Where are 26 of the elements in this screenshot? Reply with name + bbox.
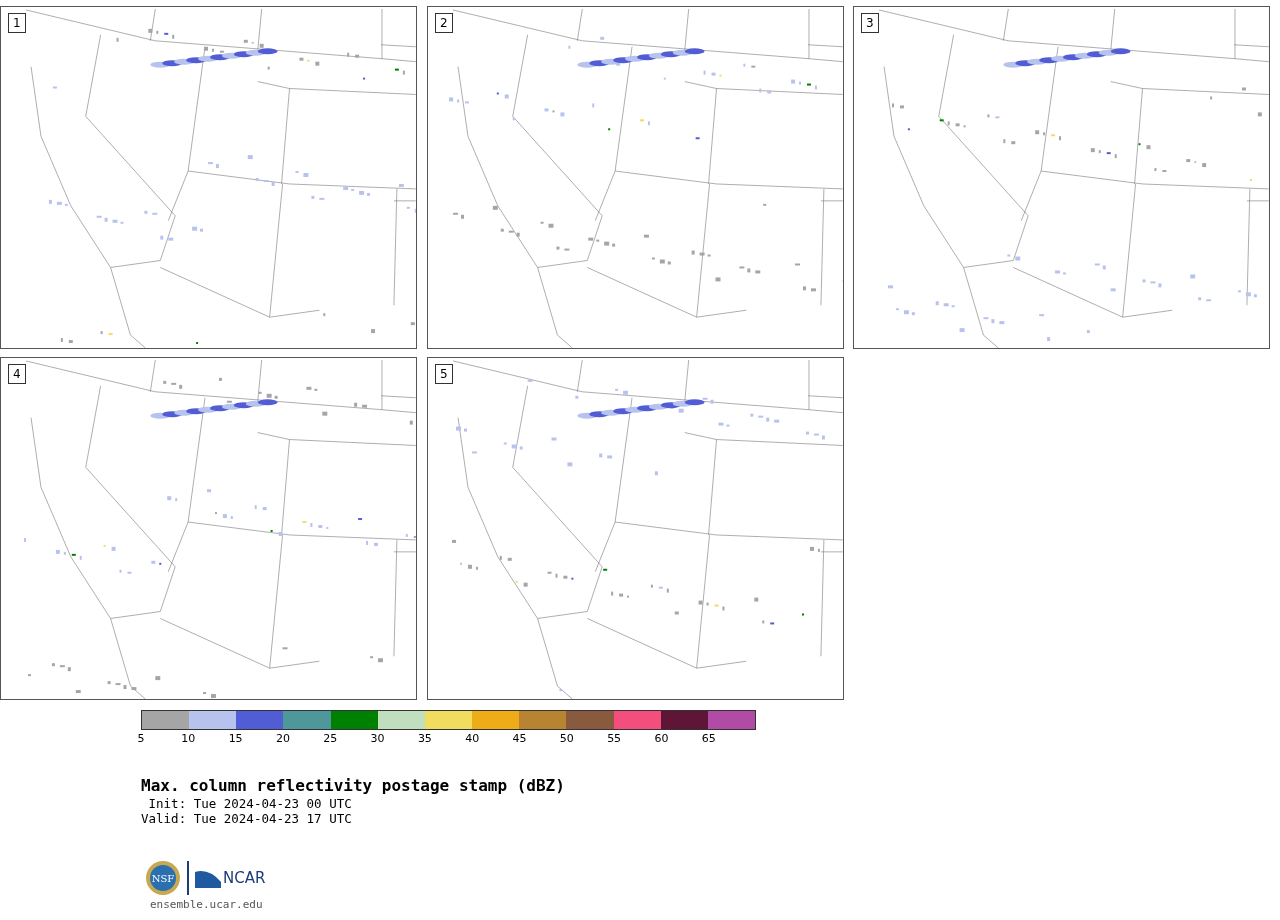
init-time: Init: Tue 2024-04-23 00 UTC [147,796,353,811]
nsf-logo: NSF [145,860,181,896]
tick-label: 25 [323,731,338,745]
tick-label: 50 [559,731,574,745]
tick-label: 60 [654,731,669,745]
ncar-emblem-icon [195,868,221,888]
divider-line-icon [187,861,189,895]
website-url: ensemble.ucar.edu [150,898,264,911]
panel-number: 2 [435,13,453,33]
panel-number: 5 [435,364,453,384]
tick-label: 10 [181,731,196,745]
tick-label: 20 [275,731,290,745]
panel-number: 3 [861,13,879,33]
chart-title: Max. column reflectivity postage stamp (dBZ) [141,776,566,796]
tick-label: 35 [417,731,432,745]
tick-label: 15 [228,731,243,745]
tick-label: 30 [370,731,385,745]
tick-label: 65 [701,731,716,745]
panel-number: 4 [8,364,26,384]
tick-label: 55 [607,731,622,745]
ncar-logo-text: NCAR [223,869,266,887]
panel-number: 1 [8,13,26,33]
valid-time: Valid: Tue 2024-04-23 17 UTC [141,811,353,826]
tick-label: 45 [512,731,527,745]
tick-label: 40 [465,731,480,745]
tick-label: 5 [137,731,145,745]
